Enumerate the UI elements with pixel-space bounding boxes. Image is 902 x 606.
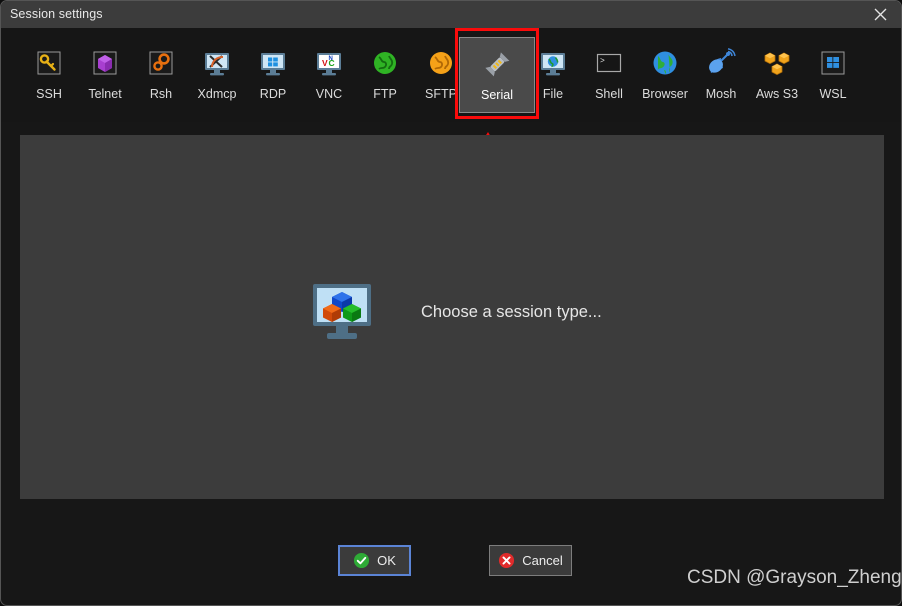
- window-title: Session settings: [10, 7, 103, 21]
- session-type-label: Telnet: [88, 87, 122, 101]
- monitor-cubes-icon: [313, 284, 371, 339]
- ok-button-label: OK: [377, 553, 396, 568]
- check-circle-icon: [354, 552, 370, 569]
- session-type-label: Aws S3: [755, 87, 799, 101]
- purple-cube-icon: [93, 51, 117, 75]
- svg-text:N: N: [329, 56, 333, 62]
- session-type-label: Shell: [595, 87, 623, 101]
- session-type-toolbar: SSH Telnet Rsh Xdmcp RDP V C N VNC FTP S…: [1, 28, 901, 122]
- cancel-button[interactable]: Cancel: [489, 545, 572, 576]
- session-type-label: Browser: [642, 87, 688, 101]
- session-type-label: Mosh: [705, 87, 737, 101]
- choose-session-type-text: Choose a session type...: [421, 302, 602, 321]
- serial-connector-icon: [485, 52, 510, 77]
- terminal-icon: >: [596, 53, 622, 73]
- aws-cubes-icon: [764, 52, 790, 76]
- x-circle-icon: [499, 552, 515, 569]
- session-type-label: RDP: [259, 87, 287, 101]
- session-type-label: Xdmcp: [197, 87, 237, 101]
- session-type-label: SFTP: [425, 87, 457, 101]
- session-preview-panel: Choose a session type...: [20, 135, 884, 499]
- key-icon: [37, 51, 61, 75]
- close-icon[interactable]: [857, 1, 901, 28]
- windows-monitor-icon: [261, 53, 285, 76]
- session-type-label: Serial: [481, 88, 513, 102]
- svg-text:>: >: [600, 57, 605, 66]
- session-type-label: FTP: [373, 87, 397, 101]
- wsl-windows-icon: [821, 51, 845, 75]
- x-monitor-icon: [205, 53, 229, 76]
- session-type-label: Rsh: [149, 87, 173, 101]
- gears-icon: [149, 51, 173, 75]
- title-bar: Session settings: [1, 1, 901, 28]
- globe-monitor-icon: [541, 53, 565, 76]
- session-type-label: VNC: [315, 87, 343, 101]
- orange-globe-icon: [430, 52, 452, 74]
- empty-state: Choose a session type...: [310, 280, 602, 344]
- satellite-dish-icon: [709, 48, 736, 73]
- session-settings-dialog: Session settings SSH Telnet Rsh Xdmcp RD…: [0, 0, 902, 606]
- session-type-label: WSL: [819, 87, 847, 101]
- blue-globe-icon: [653, 51, 677, 75]
- cancel-button-label: Cancel: [522, 553, 563, 568]
- svg-text:V: V: [322, 58, 328, 68]
- green-globe-icon: [374, 52, 396, 74]
- watermark-text: CSDN @Grayson_Zheng: [687, 567, 902, 588]
- session-type-wsl[interactable]: WSL: [795, 37, 871, 113]
- ok-button[interactable]: OK: [338, 545, 411, 576]
- vnc-monitor-icon: V C N: [317, 53, 341, 76]
- session-type-label: SSH: [36, 87, 62, 101]
- session-type-label: File: [542, 87, 564, 101]
